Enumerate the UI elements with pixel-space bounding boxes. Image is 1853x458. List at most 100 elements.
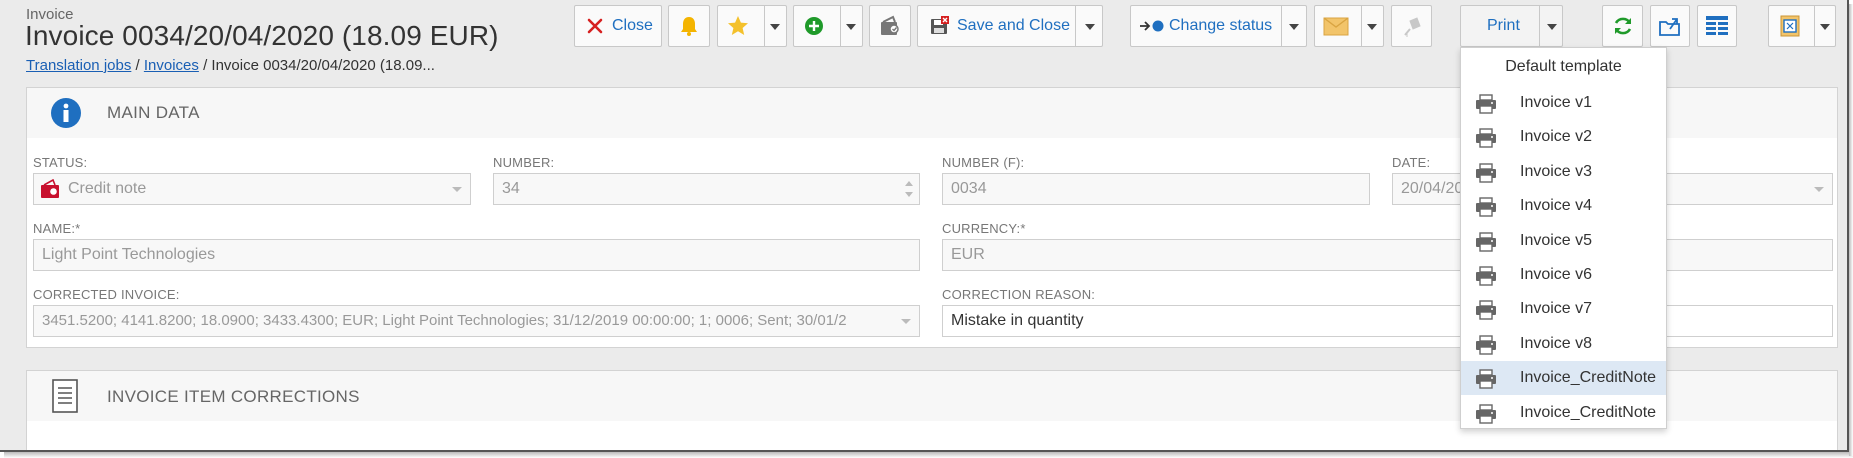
- print-template-label: Invoice_CreditNote: [1520, 369, 1657, 387]
- wallet-icon: [878, 14, 902, 38]
- status-arrow-icon: [1139, 19, 1165, 33]
- refresh-button[interactable]: [1602, 5, 1643, 47]
- envelope-icon: [1323, 15, 1349, 37]
- print-template-item[interactable]: Invoice_CreditNote: [1461, 361, 1666, 396]
- favorites-button[interactable]: [717, 5, 787, 47]
- corrected-invoice-value: 3451.5200; 4141.8200; 18.0900; 3433.4300…: [42, 312, 847, 329]
- corrected-invoice-dropdown-caret[interactable]: [901, 319, 911, 324]
- change-status-button[interactable]: Change status: [1130, 5, 1307, 47]
- save-and-close-label: Save and Close: [957, 17, 1070, 34]
- number-value: 34: [502, 180, 520, 197]
- status-dropdown-caret[interactable]: [452, 187, 462, 192]
- document-icon: [51, 378, 79, 414]
- plus-circle-icon: [804, 16, 824, 36]
- email-dropdown-caret[interactable]: [1367, 24, 1377, 30]
- breadcrumb-current: Invoice 0034/20/04/2020 (18.09...: [211, 57, 435, 74]
- status-label: STATUS:: [33, 155, 88, 170]
- application-window: Invoice Invoice 0034/20/04/2020 (18.09 E…: [0, 0, 1849, 452]
- print-label: Print: [1487, 17, 1520, 34]
- table-icon: [1705, 15, 1729, 37]
- corrected-invoice-select[interactable]: 3451.5200; 4141.8200; 18.0900; 3433.4300…: [33, 305, 920, 337]
- print-template-label: Invoice v1: [1520, 94, 1593, 111]
- breadcrumb-separator: /: [135, 57, 140, 74]
- print-template-label: Invoice v6: [1520, 266, 1593, 283]
- corrections-title: INVOICE ITEM CORRECTIONS: [107, 387, 360, 406]
- print-dropdown-caret[interactable]: [1547, 24, 1557, 30]
- pin-button[interactable]: [1391, 5, 1432, 47]
- breadcrumb: Translation jobs / Invoices / Invoice 00…: [26, 57, 435, 74]
- star-icon: [726, 14, 750, 38]
- date-label: DATE:: [1392, 155, 1431, 170]
- breadcrumb-translation-jobs[interactable]: Translation jobs: [26, 57, 131, 74]
- folder-export-icon: [1658, 14, 1682, 38]
- print-template-label: Invoice v8: [1520, 334, 1593, 352]
- number-f-value: 0034: [951, 180, 987, 197]
- number-field[interactable]: 34: [493, 173, 920, 205]
- info-icon: [50, 97, 82, 129]
- print-template-label: Invoice_CreditNote: [1520, 403, 1657, 421]
- credit-note-icon: [40, 178, 60, 199]
- print-template-label: Invoice v5: [1520, 231, 1593, 249]
- pin-icon: [1401, 15, 1423, 37]
- breadcrumb-separator: /: [203, 57, 208, 74]
- refresh-icon: [1612, 15, 1634, 37]
- currency-field[interactable]: EUR: [942, 239, 1833, 271]
- correction-reason-value: Mistake in quantity: [951, 312, 1084, 329]
- main-data-title: MAIN DATA: [107, 103, 200, 122]
- table-view-button[interactable]: [1697, 5, 1737, 47]
- print-template-label: Invoice v3: [1520, 162, 1593, 180]
- breadcrumb-invoices[interactable]: Invoices: [144, 57, 199, 74]
- print-template-item[interactable]: Invoice v2: [1461, 120, 1666, 154]
- printer-icon: [1475, 403, 1497, 437]
- date-dropdown-caret[interactable]: [1814, 187, 1824, 192]
- correction-reason-field[interactable]: Mistake in quantity: [942, 305, 1833, 337]
- print-template-item[interactable]: Invoice v4: [1461, 189, 1666, 223]
- status-select[interactable]: Credit note: [33, 173, 471, 205]
- name-label: NAME:*: [33, 221, 81, 236]
- print-template-item[interactable]: Invoice v7: [1461, 292, 1666, 326]
- window-shadow: [1849, 4, 1853, 456]
- corrected-invoice-label: CORRECTED INVOICE:: [33, 287, 180, 302]
- close-button-label: Close: [612, 17, 653, 34]
- close-button[interactable]: Close: [574, 5, 662, 47]
- name-value: Light Point Technologies: [42, 246, 216, 263]
- correction-reason-label: CORRECTION REASON:: [942, 287, 1096, 302]
- currency-value: EUR: [951, 246, 985, 263]
- number-spinner[interactable]: [904, 178, 914, 200]
- print-template-item[interactable]: Invoice v8: [1461, 327, 1666, 361]
- change-status-label: Change status: [1169, 17, 1273, 34]
- print-template-label: Invoice v4: [1520, 197, 1593, 215]
- status-value: Credit note: [68, 180, 147, 197]
- wallet-button[interactable]: [869, 5, 911, 47]
- favorites-dropdown-caret[interactable]: [770, 24, 780, 30]
- print-template-label: Invoice v7: [1520, 300, 1593, 318]
- layout-settings-icon: [1778, 14, 1802, 38]
- number-f-field[interactable]: 0034: [942, 173, 1370, 205]
- export-button[interactable]: [1650, 5, 1690, 47]
- add-button[interactable]: [793, 5, 863, 47]
- save-icon: [929, 16, 949, 36]
- name-field[interactable]: Light Point Technologies: [33, 239, 920, 271]
- layout-button[interactable]: [1768, 5, 1836, 47]
- currency-label: CURRENCY:*: [942, 221, 1026, 236]
- print-template-item[interactable]: Invoice v1: [1461, 86, 1666, 120]
- layout-dropdown-caret[interactable]: [1820, 24, 1830, 30]
- change-status-caret[interactable]: [1289, 24, 1299, 30]
- date-value: 20/04/20: [1401, 180, 1464, 197]
- save-dropdown-caret[interactable]: [1085, 24, 1095, 30]
- print-template-item[interactable]: Invoice v3: [1461, 155, 1666, 189]
- print-template-menu: Default template Invoice v1 Invoice v2 Inv…: [1460, 47, 1667, 429]
- print-template-item[interactable]: Invoice v5: [1461, 224, 1666, 258]
- notifications-button[interactable]: [668, 5, 710, 47]
- print-template-item[interactable]: Invoice v6: [1461, 258, 1666, 292]
- close-icon: [586, 17, 604, 35]
- number-label: NUMBER:: [493, 155, 555, 170]
- save-and-close-button[interactable]: Save and Close: [917, 5, 1103, 47]
- window-shadow: [4, 452, 1853, 458]
- default-template-option[interactable]: Default template: [1461, 48, 1666, 86]
- print-button[interactable]: Print: [1460, 5, 1563, 47]
- print-template-label: Invoice v2: [1520, 128, 1593, 146]
- add-dropdown-caret[interactable]: [846, 24, 856, 30]
- print-template-item[interactable]: Invoice_CreditNote: [1461, 396, 1666, 430]
- email-button[interactable]: [1314, 5, 1384, 47]
